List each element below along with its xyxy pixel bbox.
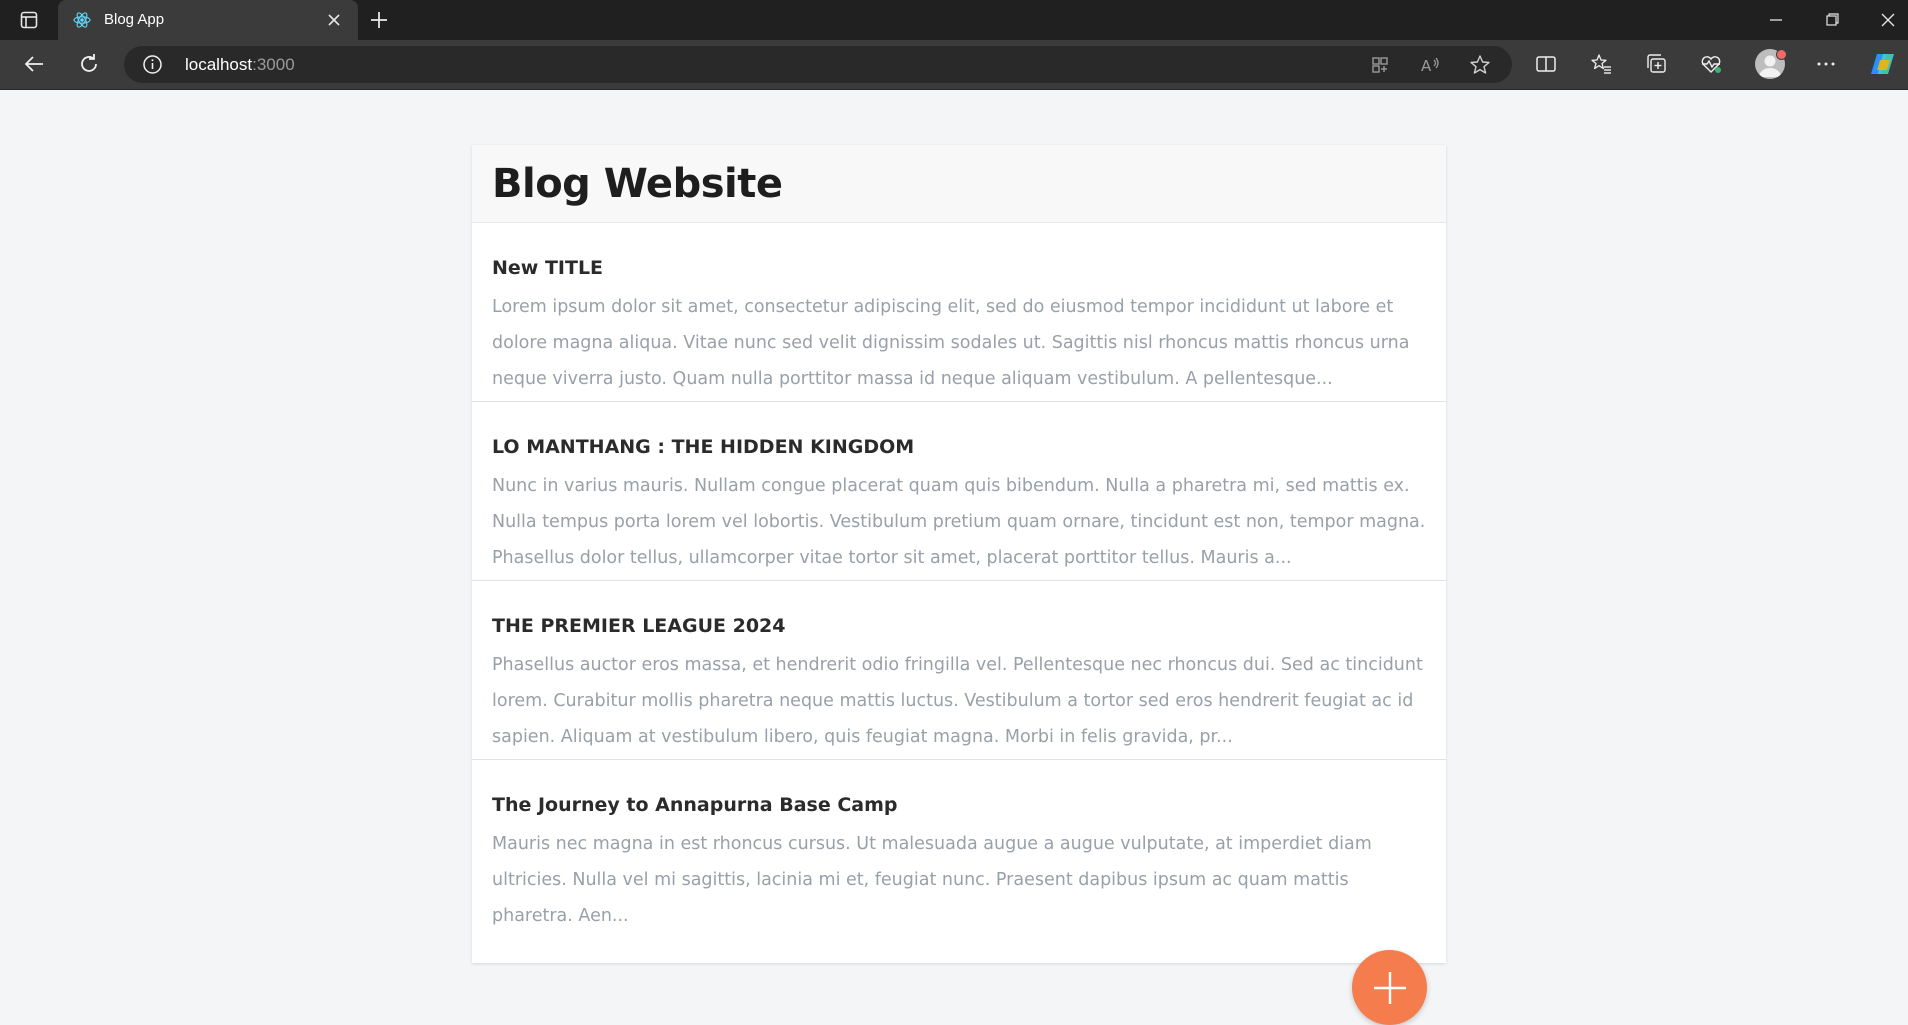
post-excerpt: Lorem ipsum dolor sit amet, consectetur … [492, 297, 1410, 389]
react-icon [72, 10, 92, 30]
profile-avatar[interactable] [1755, 49, 1787, 81]
minimize-icon[interactable] [1764, 9, 1788, 31]
post-excerpt: Mauris nec magna in est rhoncus cursus. … [492, 834, 1372, 926]
url-text[interactable]: localhost:3000 [185, 55, 295, 75]
add-post-button[interactable] [1352, 950, 1427, 1025]
more-options-icon[interactable] [1812, 50, 1840, 78]
new-tab-icon[interactable] [368, 9, 392, 31]
url-host: localhost [185, 55, 253, 74]
notification-dot [1776, 49, 1787, 60]
close-tab-icon[interactable] [324, 10, 344, 30]
read-aloud-icon[interactable]: A [1418, 53, 1442, 77]
restore-icon[interactable] [1820, 9, 1844, 31]
address-bar[interactable]: localhost:3000 A [124, 46, 1512, 83]
close-window-icon[interactable] [1876, 9, 1900, 31]
refresh-icon[interactable] [75, 50, 103, 78]
blog-card: Blog Website New TITLE Lorem ipsum dolor… [472, 145, 1446, 963]
post-item[interactable]: The Journey to Annapurna Base Camp Mauri… [472, 760, 1446, 939]
browser-essentials-icon[interactable] [1697, 50, 1725, 78]
page-viewport: Blog Website New TITLE Lorem ipsum dolor… [0, 90, 1908, 1025]
post-item[interactable]: LO MANTHANG : THE HIDDEN KINGDOM Nunc in… [472, 402, 1446, 581]
post-item[interactable]: New TITLE Lorem ipsum dolor sit amet, co… [472, 223, 1446, 402]
favorites-icon[interactable] [1587, 50, 1615, 78]
copilot-icon[interactable] [1866, 50, 1900, 78]
tab-actions-icon[interactable] [14, 9, 44, 31]
post-title[interactable]: THE PREMIER LEAGUE 2024 [492, 581, 1426, 638]
post-item[interactable]: THE PREMIER LEAGUE 2024 Phasellus auctor… [472, 581, 1446, 760]
tab-title: Blog App [104, 11, 165, 28]
browser-toolbar: localhost:3000 A [0, 40, 1908, 90]
post-title[interactable]: The Journey to Annapurna Base Camp [492, 760, 1426, 817]
post-title[interactable]: New TITLE [492, 223, 1426, 280]
svg-text:A: A [1421, 57, 1432, 75]
url-port: :3000 [252, 55, 295, 74]
back-arrow-icon[interactable] [20, 50, 48, 78]
favorite-star-icon[interactable] [1468, 53, 1492, 77]
post-excerpt: Phasellus auctor eros massa, et hendreri… [492, 655, 1423, 747]
page-title: Blog Website [492, 160, 783, 207]
app-available-icon[interactable] [1368, 53, 1392, 77]
plus-icon [1373, 971, 1406, 1004]
post-title[interactable]: LO MANTHANG : THE HIDDEN KINGDOM [492, 402, 1426, 459]
browser-tab-bar: Blog App [0, 0, 1908, 40]
browser-tab[interactable]: Blog App [58, 0, 358, 40]
site-info-icon[interactable] [142, 54, 163, 75]
post-excerpt: Nunc in varius mauris. Nullam congue pla… [492, 476, 1426, 568]
blog-header: Blog Website [472, 145, 1446, 223]
split-screen-icon[interactable] [1532, 50, 1560, 78]
collections-icon[interactable] [1642, 50, 1670, 78]
